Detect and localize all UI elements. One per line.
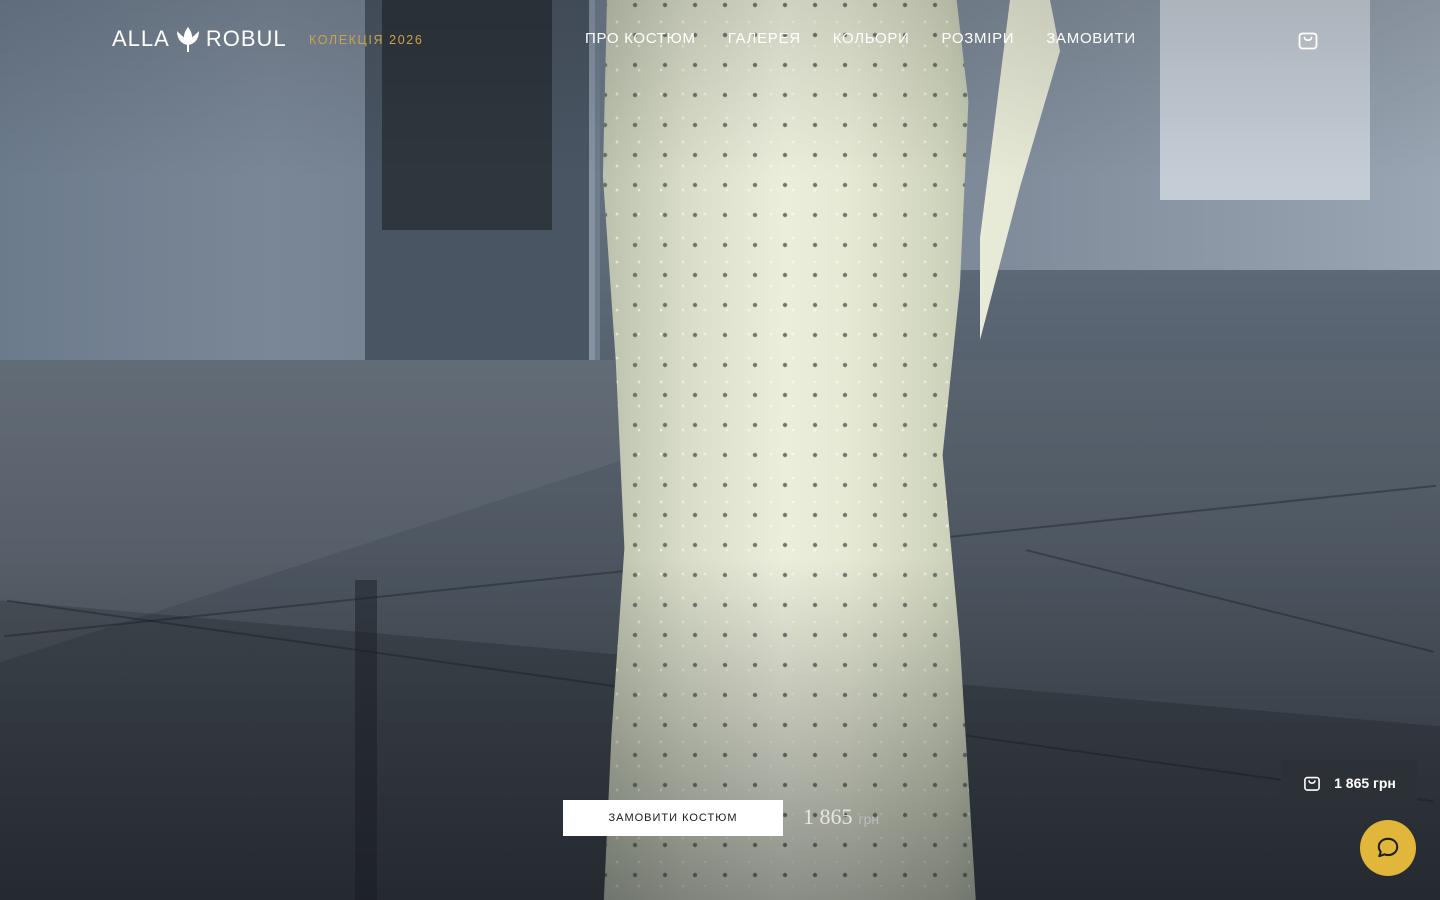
chat-bubble-icon — [1377, 837, 1399, 858]
cart-button[interactable] — [1294, 26, 1322, 54]
price-amount: 1 865 — [803, 804, 853, 829]
site-header: ALLA ROBUL КОЛЕКЦІЯ 2026 ПРО КОСТЮМ ГАЛЕ… — [0, 0, 1440, 80]
hero-overlay — [0, 0, 1440, 900]
price: 1 865 грн — [803, 804, 879, 830]
logo-text-left: ALLA — [112, 26, 170, 51]
page: ALLA ROBUL КОЛЕКЦІЯ 2026 ПРО КОСТЮМ ГАЛЕ… — [0, 0, 1440, 900]
shopping-bag-icon — [1298, 32, 1318, 50]
nav-item-gallery[interactable]: ГАЛЕРЕЯ — [728, 30, 801, 47]
main-nav: ПРО КОСТЮМ ГАЛЕРЕЯ КОЛЬОРИ РОЗМІРИ ЗАМОВ… — [585, 30, 1136, 47]
brand-logo[interactable]: ALLA ROBUL — [112, 24, 287, 54]
hero-background — [0, 0, 1440, 900]
cart-summary-total: 1 865 грн — [1334, 775, 1396, 791]
collection-label: КОЛЕКЦІЯ 2026 — [309, 33, 424, 47]
price-currency: грн — [858, 811, 880, 827]
logo-text-right: ROBUL — [205, 26, 287, 51]
cart-summary-button[interactable]: 1 865 грн — [1281, 760, 1417, 806]
nav-item-colors[interactable]: КОЛЬОРИ — [833, 30, 910, 47]
tulip-icon — [176, 27, 199, 52]
chat-button[interactable] — [1360, 820, 1416, 876]
order-costume-button[interactable]: ЗАМОВИТИ КОСТЮМ — [563, 800, 783, 836]
nav-item-order[interactable]: ЗАМОВИТИ — [1046, 30, 1136, 47]
nav-item-sizes[interactable]: РОЗМІРИ — [942, 30, 1015, 47]
nav-item-about[interactable]: ПРО КОСТЮМ — [585, 30, 696, 47]
shopping-bag-icon — [1304, 776, 1320, 791]
